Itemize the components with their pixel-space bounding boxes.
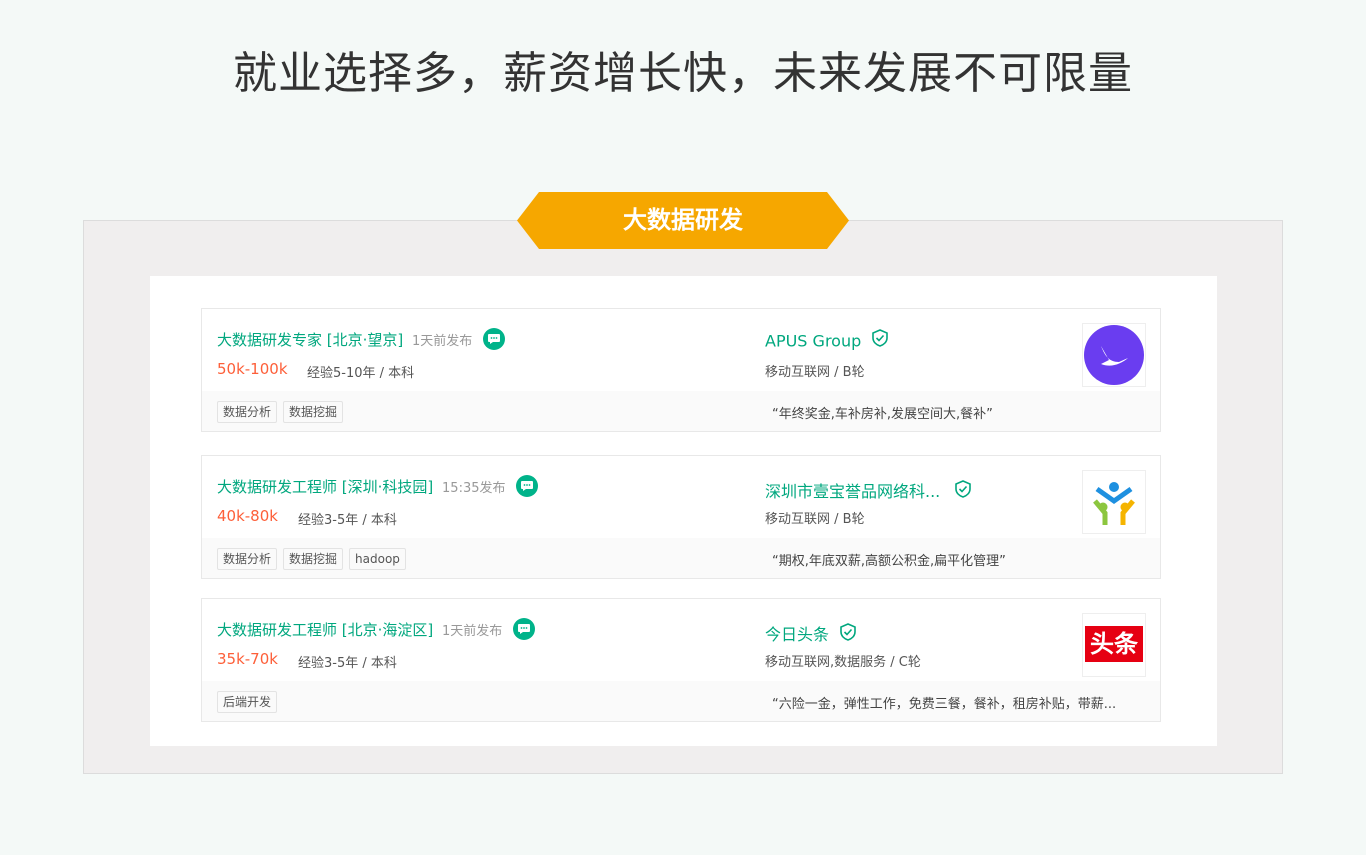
company-welfare: “六险一金，弹性工作，免费三餐，餐补，租房补贴，带薪... bbox=[772, 697, 1117, 712]
company-name[interactable]: 今日头条 bbox=[765, 621, 856, 647]
toutiao-logo-icon[interactable]: 头条 bbox=[1082, 613, 1146, 677]
job-item[interactable]: 大数据研发专家 [北京·望京] 1天前发布 50k-100k 经验5-10年 /… bbox=[201, 308, 1161, 432]
company-name-text[interactable]: 今日头条 bbox=[765, 625, 829, 644]
chat-icon[interactable] bbox=[483, 327, 506, 350]
chat-icon[interactable] bbox=[513, 617, 536, 640]
job-tags: 数据分析 数据挖掘 hadoop bbox=[217, 548, 412, 570]
tag[interactable]: 数据分析 bbox=[217, 401, 278, 423]
job-requirement: 经验3-5年 / 本科 bbox=[298, 513, 397, 528]
tag[interactable]: 数据挖掘 bbox=[283, 401, 344, 423]
salary: 35k-70k bbox=[217, 650, 278, 668]
job-title-text[interactable]: 大数据研发工程师 [北京·海淀区] bbox=[217, 621, 433, 639]
section-title: 大数据研发 bbox=[623, 206, 743, 234]
verified-shield-icon bbox=[840, 622, 856, 645]
publish-time: 1天前发布 bbox=[442, 624, 503, 639]
job-title[interactable]: 大数据研发工程师 [北京·海淀区] 1天前发布 bbox=[217, 617, 536, 642]
company-industry: 移动互联网,数据服务 / C轮 bbox=[765, 655, 921, 670]
company-welfare: “期权,年底双薪,高额公积金,扁平化管理” bbox=[772, 554, 1006, 569]
company-name[interactable]: 深圳市壹宝誉品网络科... bbox=[765, 478, 972, 504]
apus-logo-icon[interactable] bbox=[1082, 323, 1146, 387]
job-title[interactable]: 大数据研发专家 [北京·望京] 1天前发布 bbox=[217, 327, 506, 352]
job-title-text[interactable]: 大数据研发工程师 [深圳·科技园] bbox=[217, 478, 433, 496]
page-headline: 就业选择多，薪资增长快，未来发展不可限量 bbox=[233, 48, 1133, 99]
job-requirement: 经验3-5年 / 本科 bbox=[298, 656, 397, 671]
people-logo-icon[interactable] bbox=[1082, 470, 1146, 534]
salary: 50k-100k bbox=[217, 360, 288, 378]
company-name-text[interactable]: 深圳市壹宝誉品网络科... bbox=[765, 482, 940, 501]
company-name[interactable]: APUS Group bbox=[765, 329, 889, 353]
salary: 40k-80k bbox=[217, 507, 278, 525]
job-item[interactable]: 大数据研发工程师 [深圳·科技园] 15:35发布 40k-80k 经验3-5年… bbox=[201, 455, 1161, 579]
job-title-text[interactable]: 大数据研发专家 [北京·望京] bbox=[217, 331, 403, 349]
tag[interactable]: 后端开发 bbox=[217, 691, 278, 713]
chat-icon[interactable] bbox=[516, 474, 539, 497]
publish-time: 1天前发布 bbox=[412, 334, 473, 349]
verified-shield-icon bbox=[955, 479, 972, 502]
verified-shield-icon bbox=[872, 329, 889, 351]
section-ribbon: 大数据研发 bbox=[517, 192, 849, 249]
job-title[interactable]: 大数据研发工程师 [深圳·科技园] 15:35发布 bbox=[217, 474, 539, 499]
job-tags: 后端开发 bbox=[217, 691, 283, 713]
tag[interactable]: 数据挖掘 bbox=[283, 548, 344, 570]
company-name-text[interactable]: APUS Group bbox=[765, 332, 861, 351]
company-industry: 移动互联网 / B轮 bbox=[765, 512, 865, 527]
tag[interactable]: 数据分析 bbox=[217, 548, 278, 570]
company-industry: 移动互联网 / B轮 bbox=[765, 365, 865, 380]
job-requirement: 经验5-10年 / 本科 bbox=[307, 366, 415, 381]
toutiao-logo-text: 头条 bbox=[1085, 626, 1143, 662]
publish-time: 15:35发布 bbox=[442, 481, 506, 496]
job-item[interactable]: 大数据研发工程师 [北京·海淀区] 1天前发布 35k-70k 经验3-5年 /… bbox=[201, 598, 1161, 722]
job-tags: 数据分析 数据挖掘 bbox=[217, 401, 349, 423]
company-welfare: “年终奖金,车补房补,发展空间大,餐补” bbox=[772, 407, 993, 422]
tag[interactable]: hadoop bbox=[349, 548, 406, 570]
